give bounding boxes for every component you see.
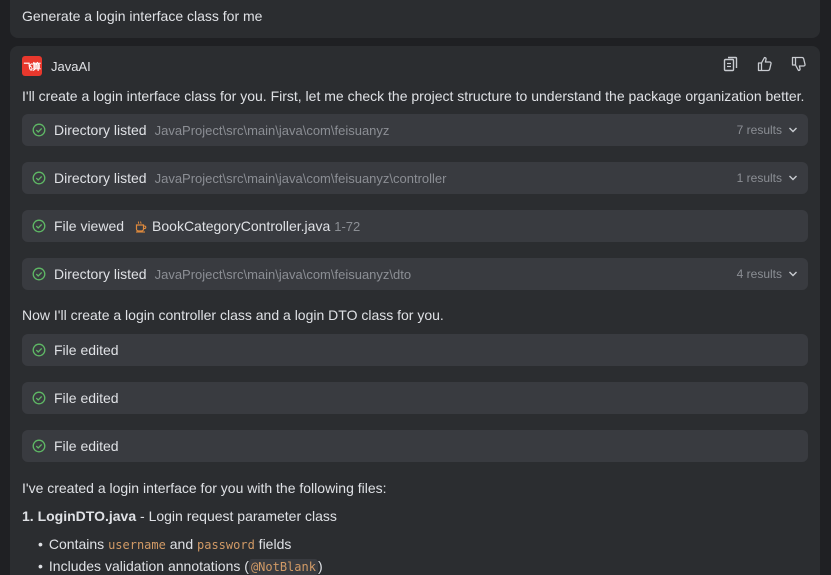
code-password: password — [197, 538, 255, 552]
thumbs-down-icon[interactable] — [790, 55, 808, 73]
step-label: Directory listed — [54, 266, 147, 282]
code-notblank: @NotBlank — [248, 559, 318, 575]
assistant-name: JavaAI — [51, 58, 91, 74]
bullet-text: and — [165, 536, 197, 552]
bullet-text: ) — [317, 558, 323, 574]
assistant-panel: 飞算 JavaAI I'll create a login interface … — [10, 46, 820, 575]
assistant-actions — [722, 55, 808, 73]
chevron-down-icon[interactable] — [788, 125, 798, 135]
bullet-text: Includes validation annotations ( — [48, 558, 249, 574]
code-username: username — [108, 538, 166, 552]
user-message-text: Generate a login interface class for me — [22, 8, 263, 24]
bullet-text: fields — [254, 536, 292, 552]
step-label: File edited — [54, 342, 119, 358]
check-circle-icon — [32, 219, 46, 233]
check-circle-icon — [32, 267, 46, 281]
check-circle-icon — [32, 439, 46, 453]
step-directory-listed[interactable]: Directory listed JavaProject\src\main\ja… — [22, 114, 808, 146]
step-label: File edited — [54, 390, 119, 406]
step-file-viewed[interactable]: File viewed BookCategoryController.java … — [22, 210, 808, 242]
check-circle-icon — [32, 343, 46, 357]
chevron-down-icon[interactable] — [788, 269, 798, 279]
step-label: File edited — [54, 438, 119, 454]
bullet-fields: Contains username and password fields — [38, 536, 291, 552]
step-path: JavaProject\src\main\java\com\feisuanyz\… — [154, 170, 447, 186]
file-name-logindto: LoginDTO.java — [37, 508, 137, 524]
step-directory-listed[interactable]: Directory listed JavaProject\src\main\ja… — [22, 258, 808, 290]
assistant-middle-text: Now I'll create a login controller class… — [22, 307, 444, 323]
assistant-intro: I'll create a login interface class for … — [22, 88, 805, 104]
step-line-range: 1-72 — [334, 218, 361, 234]
step-label: Directory listed — [54, 170, 147, 186]
java-file-icon — [135, 221, 147, 233]
chevron-down-icon[interactable] — [788, 173, 798, 183]
step-count: 4 results — [736, 267, 782, 281]
javaai-logo: 飞算 — [22, 56, 42, 76]
bullet-text: Contains — [48, 536, 109, 552]
step-directory-listed[interactable]: Directory listed JavaProject\src\main\ja… — [22, 162, 808, 194]
step-file-edited[interactable]: File edited — [22, 382, 808, 414]
step-count: 1 results — [736, 171, 782, 185]
assistant-summary: I've created a login interface for you w… — [22, 480, 387, 496]
check-circle-icon — [32, 391, 46, 405]
step-file-edited[interactable]: File edited — [22, 430, 808, 462]
step-file-name[interactable]: BookCategoryController.java — [152, 218, 330, 234]
step-count: 7 results — [736, 123, 782, 137]
bullet-validation: Includes validation annotations (@NotBla… — [38, 558, 323, 575]
thumbs-up-icon[interactable] — [756, 55, 774, 73]
step-file-edited[interactable]: File edited — [22, 334, 808, 366]
list-item-logindto: 1. LoginDTO.java - Login request paramet… — [22, 508, 337, 524]
check-circle-icon — [32, 123, 46, 137]
assistant-header: 飞算 JavaAI — [22, 56, 91, 76]
list-number: 1. — [22, 508, 34, 524]
step-path: JavaProject\src\main\java\com\feisuanyz\… — [154, 266, 412, 282]
step-label: Directory listed — [54, 122, 147, 138]
user-message: Generate a login interface class for me — [10, 0, 820, 38]
step-label: File viewed — [54, 218, 125, 234]
list-item-description: - Login request parameter class — [136, 508, 337, 524]
step-path: JavaProject\src\main\java\com\feisuanyz — [154, 122, 390, 138]
copy-icon[interactable] — [722, 55, 740, 73]
check-circle-icon — [32, 171, 46, 185]
